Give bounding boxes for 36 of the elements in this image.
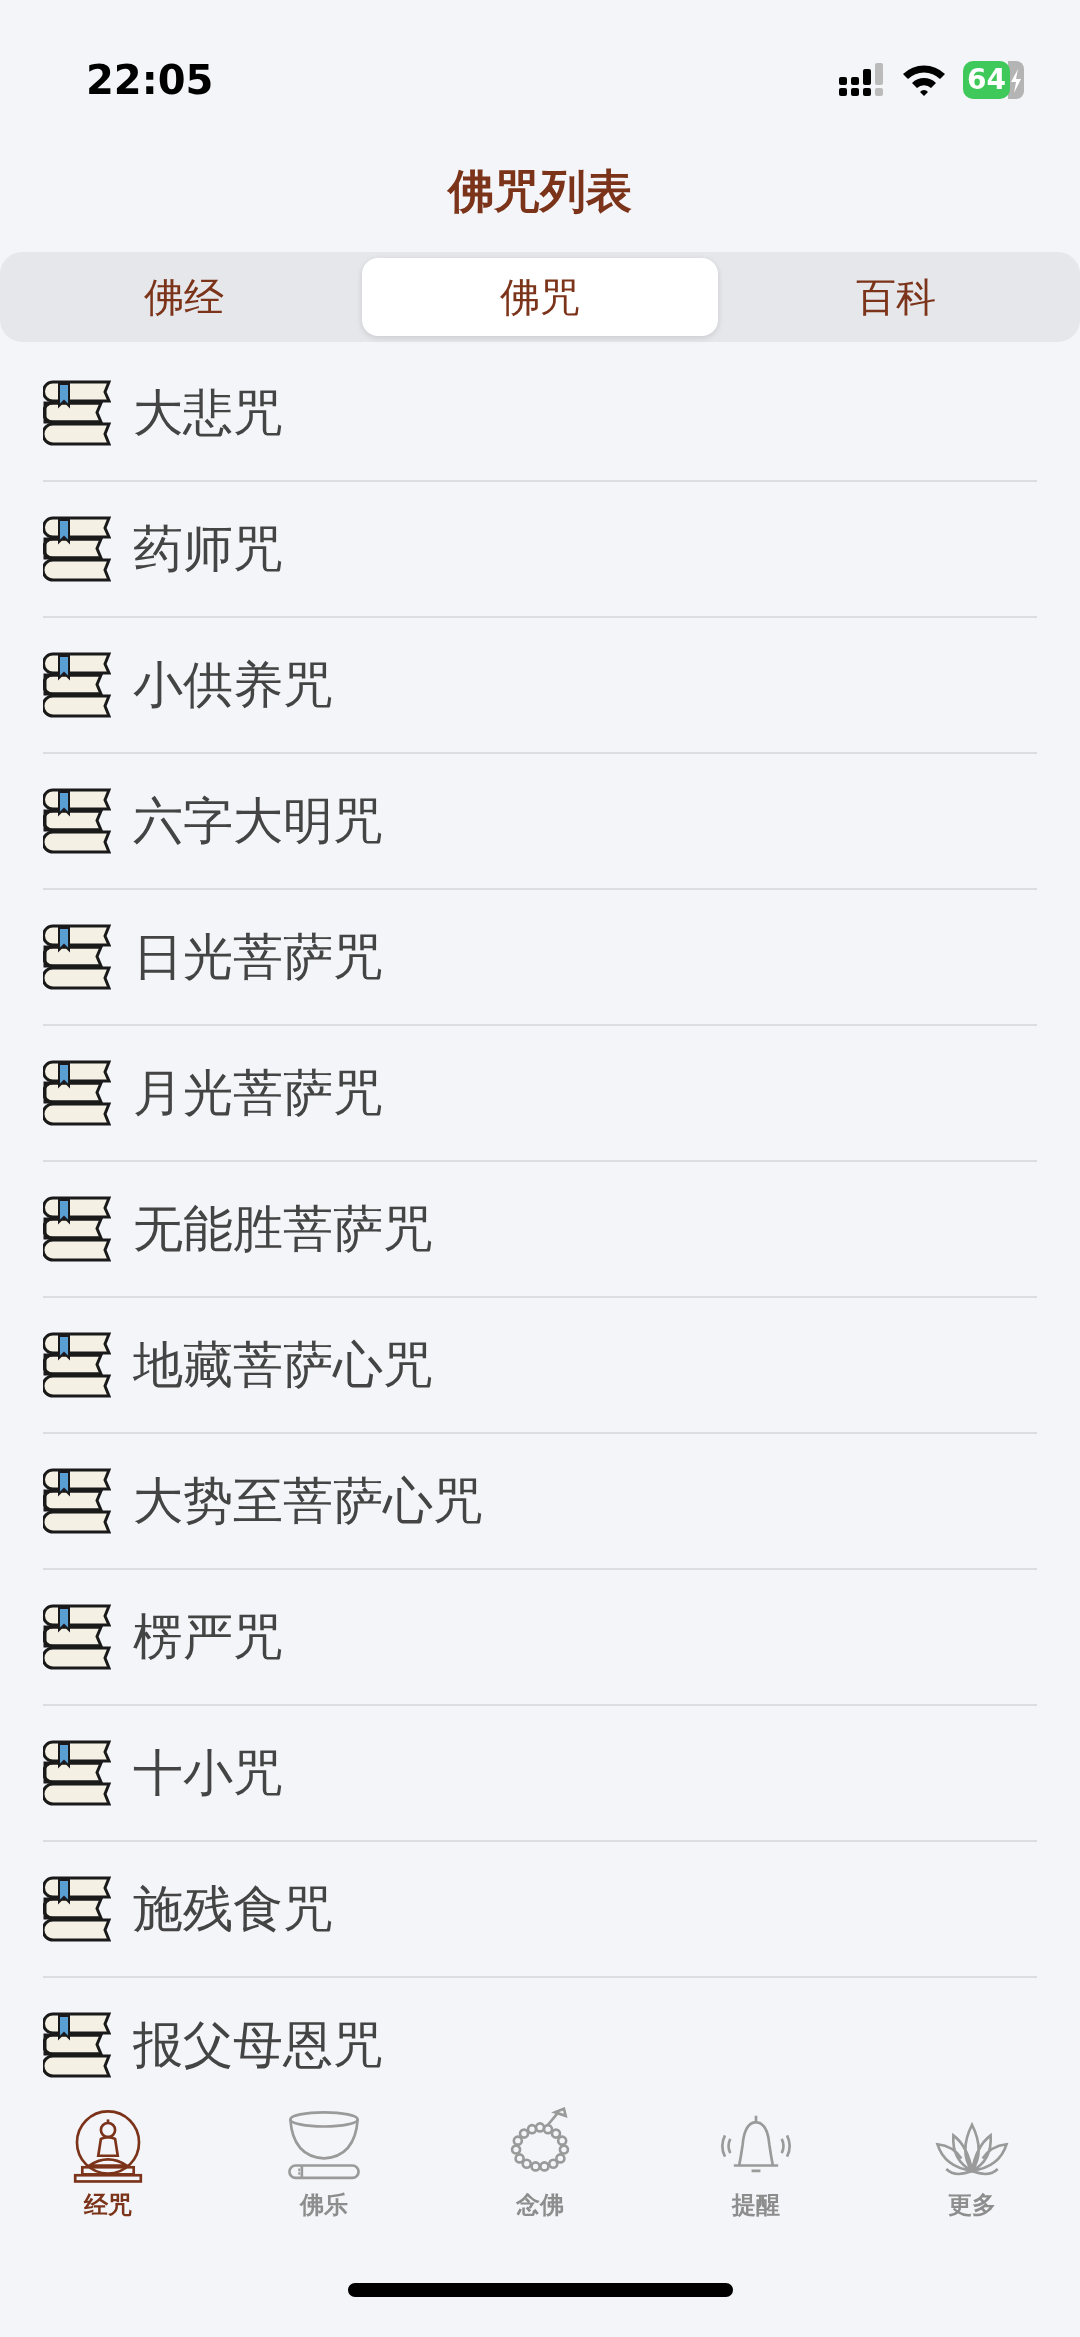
list-row[interactable]: 小供养咒: [43, 618, 1037, 754]
list-row[interactable]: 药师咒: [43, 482, 1037, 618]
books-icon: [43, 924, 111, 990]
list-row[interactable]: 地藏菩萨心咒: [43, 1298, 1037, 1434]
charging-icon: [1008, 61, 1024, 99]
list-row[interactable]: 楞严咒: [43, 1570, 1037, 1706]
books-icon: [43, 652, 111, 718]
list-row[interactable]: 报父母恩咒: [43, 1978, 1037, 2092]
wifi-icon: [901, 63, 948, 97]
segment-tab[interactable]: 佛咒: [362, 258, 718, 336]
page-title: 佛咒列表: [446, 162, 633, 220]
tab-bar-item[interactable]: 经咒: [0, 2106, 216, 2232]
list-row[interactable]: 大悲咒: [43, 346, 1037, 482]
books-icon: [43, 380, 111, 446]
battery-indicator: 64: [963, 61, 1010, 99]
list-row[interactable]: 日光菩萨咒: [43, 890, 1037, 1026]
books-icon: [43, 788, 111, 854]
list-row[interactable]: 施残食咒: [43, 1842, 1037, 1978]
list-row[interactable]: 六字大明咒: [43, 754, 1037, 890]
books-icon: [43, 1876, 111, 1942]
list-row[interactable]: 十小咒: [43, 1706, 1037, 1842]
status-time: 22:05: [86, 56, 214, 105]
books-icon: [43, 1060, 111, 1126]
segment-tab[interactable]: 佛经: [6, 258, 362, 336]
segment-tab[interactable]: 百科: [718, 258, 1074, 336]
books-icon: [43, 1468, 111, 1534]
books-icon: [43, 516, 111, 582]
books-icon: [43, 2012, 111, 2078]
books-icon: [43, 1740, 111, 1806]
signal-icon: [839, 63, 886, 97]
list-row[interactable]: 无能胜菩萨咒: [43, 1162, 1037, 1298]
books-icon: [43, 1604, 111, 1670]
list-row[interactable]: 大势至菩萨心咒: [43, 1434, 1037, 1570]
books-icon: [43, 1196, 111, 1262]
list-row[interactable]: 月光菩萨咒: [43, 1026, 1037, 1162]
books-icon: [43, 1332, 111, 1398]
